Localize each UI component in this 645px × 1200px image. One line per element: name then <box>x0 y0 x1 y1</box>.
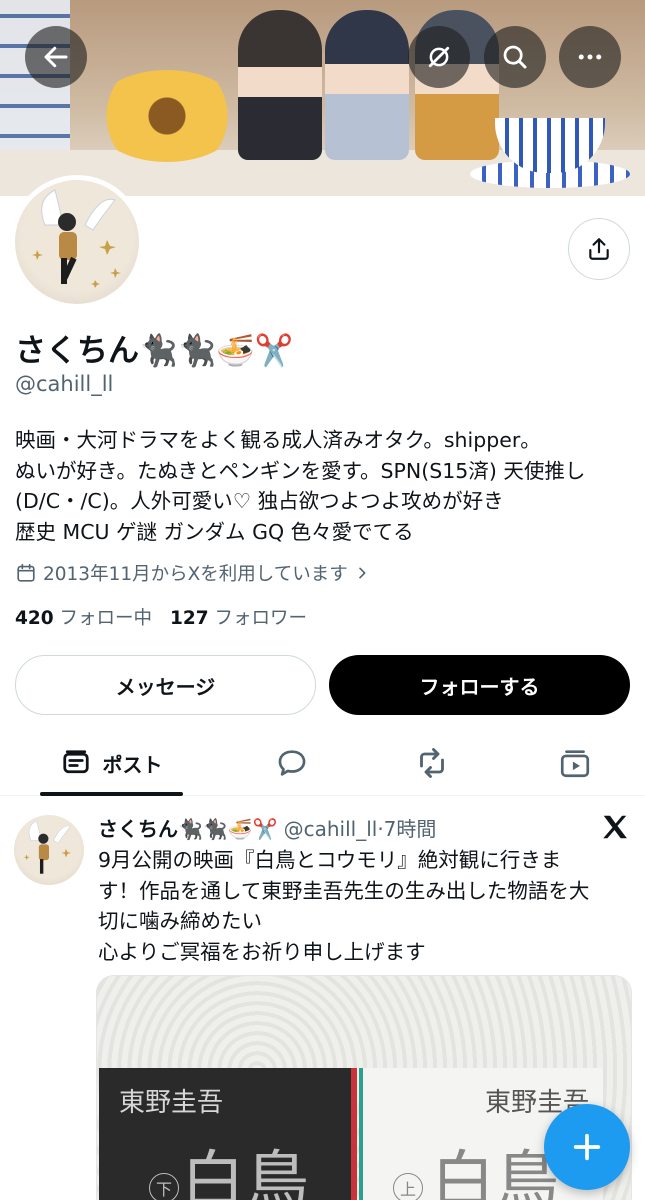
calendar-icon <box>17 563 35 582</box>
message-button[interactable]: メッセージ <box>15 655 316 715</box>
repost-icon <box>420 748 444 778</box>
media-icon <box>560 750 590 778</box>
profile-bio: 映画・大河ドラマをよく観る成人済みオタク。shipper。 ぬいが好き。たぬきと… <box>15 425 635 547</box>
joined-date[interactable]: 2013年11月からXを利用しています <box>15 560 370 586</box>
book-volume-mark: 上 <box>393 1173 423 1200</box>
profile-banner[interactable] <box>0 0 645 196</box>
plus-icon <box>573 1133 601 1161</box>
bio-line: 歴史 MCU ゲ謎 ガンダム GQ 色々愛でてる <box>15 519 414 544</box>
avatar-embroidery <box>32 189 121 288</box>
banner-plush-2 <box>325 10 409 160</box>
bio-line: ぬいが好き。たぬきとペンギンを愛す。SPN(S15済) 天使推し <box>15 458 586 483</box>
x-logo-icon <box>603 815 627 839</box>
posts-icon <box>62 750 89 774</box>
following-label: フォロー中 <box>59 608 153 629</box>
grok-icon <box>428 46 450 68</box>
reply-icon <box>278 750 306 776</box>
active-tab-indicator <box>40 792 183 796</box>
compose-button[interactable] <box>544 1104 630 1190</box>
profile-avatar[interactable] <box>10 175 144 309</box>
post-header: さくちん🐈‍⬛🐈‍⬛🍜✂️ @cahill_ll·7時間 <box>98 813 436 842</box>
bio-line: (D/C・/C)。人外可愛い♡ 独占欲つよつよ攻めが好き <box>15 489 504 513</box>
book-author: 東野圭吾 <box>119 1088 224 1118</box>
search-icon <box>503 45 527 69</box>
tab-replies[interactable] <box>262 730 322 796</box>
more-icon <box>578 54 602 60</box>
followers-count: 127 <box>170 608 209 629</box>
banner-plush-1 <box>238 10 322 160</box>
post-text-line: 切に噛み締めたい <box>98 909 262 933</box>
post-text-line: す！作品を通して東野圭吾先生の生み出した物語を大 <box>98 878 590 903</box>
follow-button[interactable]: フォローする <box>329 655 630 715</box>
followers-label: フォロワー <box>214 608 308 629</box>
more-button[interactable] <box>559 26 621 88</box>
post-avatar[interactable] <box>14 815 84 885</box>
bio-line: 映画・大河ドラマをよく観る成人済みオタク。shipper。 <box>15 428 541 452</box>
share-icon <box>589 238 609 260</box>
post-author-name[interactable]: さくちん🐈‍⬛🐈‍⬛🍜✂️ <box>98 813 278 842</box>
arrow-left-icon <box>44 46 68 68</box>
tab-posts[interactable]: ポスト <box>40 730 183 796</box>
post-handle-time[interactable]: @cahill_ll·7時間 <box>284 813 437 842</box>
profile-tabs: ポスト <box>0 730 645 796</box>
book-title: 白鳥 <box>181 1145 309 1200</box>
tab-reposts[interactable] <box>402 730 462 796</box>
post-text-line: 9月公開の映画『白鳥とコウモリ』絶対観に行きま <box>98 848 562 872</box>
post-avatar-embroidery <box>23 820 72 874</box>
book-volume-lower: 東野圭吾 白鳥 下 <box>99 1068 357 1200</box>
post-body: 9月公開の映画『白鳥とコウモリ』絶対観に行きま す！作品を通して東野圭吾先生の生… <box>98 845 633 967</box>
follow-stats: 420 フォロー中 127 フォロワー <box>15 604 307 630</box>
avatar-image <box>15 180 139 304</box>
username: @cahill_ll <box>15 372 114 396</box>
back-button[interactable] <box>25 26 87 88</box>
post-text-line: 心よりご冥福をお祈り申し上げます <box>98 939 426 964</box>
following-count: 420 <box>15 608 54 629</box>
joined-text: 2013年11月からXを利用しています <box>43 564 348 585</box>
grok-button[interactable] <box>408 26 470 88</box>
share-button[interactable] <box>568 218 630 280</box>
tab-media[interactable] <box>545 730 605 796</box>
tab-posts-label: ポスト <box>102 752 163 777</box>
chevron-right-icon <box>358 567 366 579</box>
banner-sunflower <box>92 70 242 162</box>
followers-link[interactable]: 127 フォロワー <box>170 608 307 629</box>
search-button[interactable] <box>484 26 546 88</box>
book-volume-mark: 下 <box>149 1173 179 1200</box>
display-name: さくちん🐈‍⬛🐈‍⬛🍜✂️ <box>15 333 294 369</box>
book-title: 白鳥 <box>431 1145 559 1200</box>
following-link[interactable]: 420 フォロー中 <box>15 608 152 629</box>
